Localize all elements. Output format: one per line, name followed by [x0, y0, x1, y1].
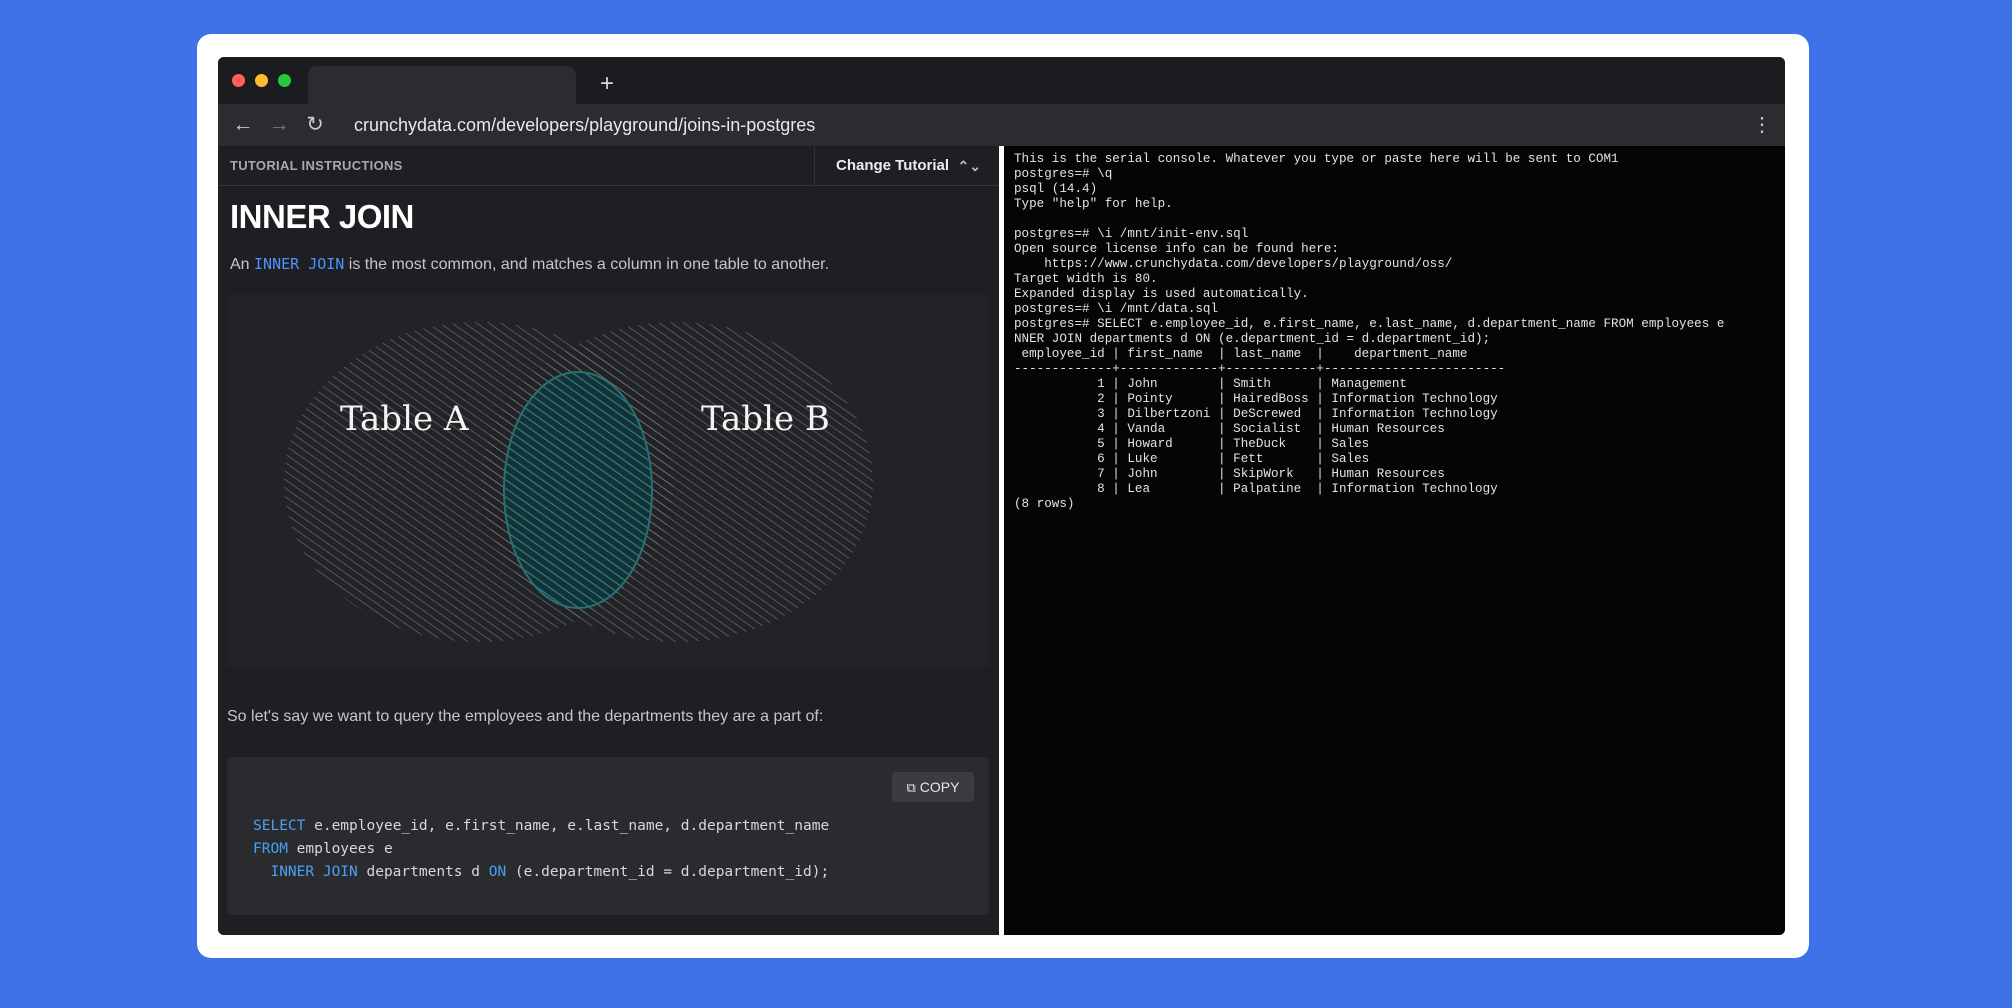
new-tab-button[interactable]: +	[592, 69, 622, 99]
forward-arrow-icon[interactable]: →	[264, 109, 294, 141]
code-line-1: SELECT e.employee_id, e.first_name, e.la…	[253, 818, 829, 834]
console-line: Expanded display is used automatically.	[1014, 287, 1309, 301]
code-text: (e.department_id = d.department_id);	[506, 864, 830, 880]
code-text: employees e	[287, 841, 393, 857]
serial-console[interactable]: This is the serial console. Whatever you…	[1004, 146, 1785, 935]
close-window-button[interactable]	[232, 74, 245, 87]
up-down-chevron-icon: ⌃⌄	[957, 158, 981, 174]
back-arrow-icon[interactable]: ←	[228, 109, 258, 141]
browser-toolbar: ← → ↻ crunchydata.com/developers/playgro…	[218, 104, 1785, 146]
kebab-menu-icon[interactable]: ⋮	[1749, 109, 1775, 141]
code-block: ⧉ COPY SELECT e.employee_id, e.first_name…	[227, 757, 989, 915]
maximize-window-button[interactable]	[278, 74, 291, 87]
tutorial-panel: TUTORIAL INSTRUCTIONS Change Tutorial ⌃⌄…	[218, 146, 999, 935]
console-line: postgres=# \i /mnt/data.sql	[1014, 302, 1219, 316]
venn-diagram: Table A Table B	[227, 294, 989, 667]
console-line: psql (14.4)	[1014, 182, 1098, 196]
code-keyword: ON	[488, 864, 507, 880]
reload-icon[interactable]: ↻	[300, 109, 330, 141]
code-line-2: FROM employees e	[253, 841, 393, 857]
console-line: Type "help" for help.	[1014, 197, 1173, 211]
venn-diagram-svg: Table A Table B	[284, 322, 873, 642]
tutorial-instructions-label: TUTORIAL INSTRUCTIONS	[230, 158, 403, 173]
console-line: 2 | Pointy | HairedBoss | Information Te…	[1014, 392, 1498, 406]
console-line: postgres=# SELECT e.employee_id, e.first…	[1014, 317, 1725, 331]
copy-icon: ⧉	[906, 780, 916, 795]
console-line: postgres=# \q	[1014, 167, 1113, 181]
console-line: https://www.crunchydata.com/developers/p…	[1014, 257, 1453, 271]
code-line-3: INNER JOIN departments d ON (e.departmen…	[253, 864, 829, 880]
code-keyword: FROM	[253, 841, 288, 857]
console-line: (8 rows)	[1014, 497, 1075, 511]
lesson-title: INNER JOIN	[230, 198, 414, 235]
tutorial-header: TUTORIAL INSTRUCTIONS Change Tutorial ⌃⌄	[218, 146, 999, 186]
browser-tab[interactable]	[308, 66, 576, 104]
video-frame: + ← → ↻ crunchydata.com/developers/playg…	[197, 34, 1809, 958]
code-text: e.employee_id, e.first_name, e.last_name…	[305, 818, 830, 834]
console-line: 6 | Luke | Fett | Sales	[1014, 452, 1370, 466]
intro-prefix: An	[230, 256, 250, 273]
console-line: 8 | Lea | Palpatine | Information Techno…	[1014, 482, 1498, 496]
console-line: 5 | Howard | TheDuck | Sales	[1014, 437, 1370, 451]
console-line: This is the serial console. Whatever you…	[1014, 152, 1619, 166]
inline-code-keyword: INNER JOIN	[254, 255, 345, 273]
console-line: employee_id | first_name | last_name | d…	[1014, 347, 1468, 361]
intersection-hatch	[503, 371, 653, 609]
console-line: 4 | Vanda | Socialist | Human Resources	[1014, 422, 1445, 436]
console-line: Target width is 80.	[1014, 272, 1158, 286]
table-b-label: Table B	[701, 399, 830, 439]
browser-window: + ← → ↻ crunchydata.com/developers/playg…	[218, 57, 1785, 935]
code-text: departments d	[357, 864, 489, 880]
minimize-window-button[interactable]	[255, 74, 268, 87]
query-description: So let's say we want to query the employ…	[227, 708, 824, 725]
console-line: 3 | Dilbertzoni | DeScrewed | Informatio…	[1014, 407, 1498, 421]
console-line: 7 | John | SkipWork | Human Resources	[1014, 467, 1445, 481]
change-tutorial-select[interactable]: Change Tutorial ⌃⌄	[814, 146, 999, 186]
intro-suffix: is the most common, and matches a column…	[348, 256, 830, 273]
address-bar[interactable]: crunchydata.com/developers/playground/jo…	[336, 109, 1726, 141]
code-keyword: SELECT	[253, 818, 306, 834]
copy-button[interactable]: ⧉ COPY	[892, 772, 974, 802]
intro-paragraph: An INNER JOIN is the most common, and ma…	[230, 255, 829, 274]
code-keyword: INNER JOIN	[253, 864, 358, 880]
table-a-label: Table A	[340, 399, 469, 439]
console-line: NNER JOIN departments d ON (e.department…	[1014, 332, 1491, 346]
console-line: Open source license info can be found he…	[1014, 242, 1339, 256]
change-tutorial-label: Change Tutorial	[836, 157, 950, 174]
console-line: postgres=# \i /mnt/init-env.sql	[1014, 227, 1249, 241]
console-line: -------------+-------------+------------…	[1014, 362, 1506, 376]
console-line: 1 | John | Smith | Management	[1014, 377, 1407, 391]
copy-label: COPY	[919, 779, 960, 795]
tab-strip: +	[218, 57, 1785, 104]
